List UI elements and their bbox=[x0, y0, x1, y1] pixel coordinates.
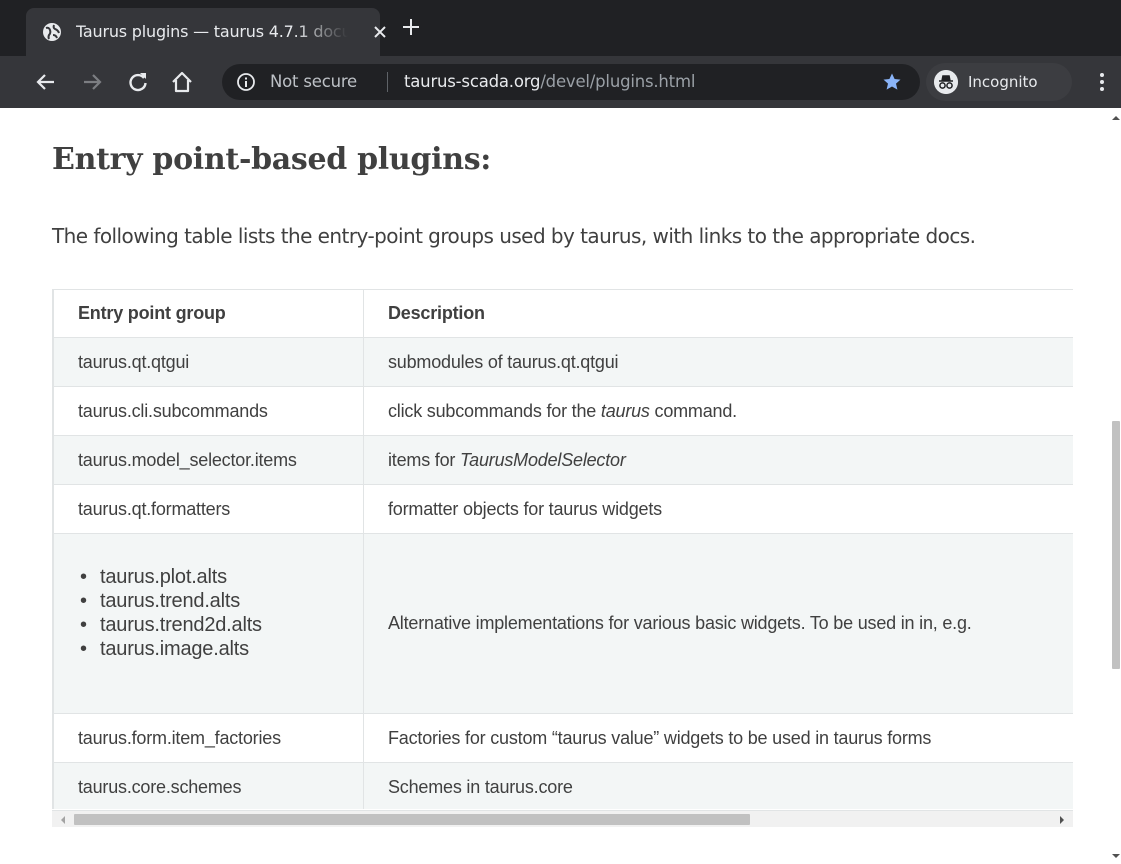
browser-tab[interactable]: Taurus plugins — taurus 4.7.1 documentat… bbox=[26, 8, 386, 56]
star-icon[interactable] bbox=[882, 72, 902, 92]
list-item: taurus.trend2d.alts bbox=[78, 613, 339, 637]
table-row: taurus.plot.alts taurus.trend.alts tauru… bbox=[53, 533, 1073, 714]
alts-list: taurus.plot.alts taurus.trend.alts tauru… bbox=[78, 565, 339, 661]
entry-point-description: Factories for custom “taurus value” widg… bbox=[363, 713, 1073, 763]
entry-point-group: taurus.model_selector.items bbox=[53, 435, 364, 485]
horizontal-scrollbar[interactable] bbox=[52, 810, 1073, 827]
entry-point-description: click subcommands for the taurus command… bbox=[363, 386, 1073, 436]
vertical-scrollbar[interactable] bbox=[1109, 108, 1121, 864]
address-bar[interactable]: Not secure taurus-scada.org/devel/plugin… bbox=[222, 64, 920, 100]
plugins-table-container: Entry point group Description taurus.qt.… bbox=[52, 289, 1073, 809]
description-text: Factories for custom “taurus value” widg… bbox=[388, 727, 932, 748]
entry-points-table: Entry point group Description taurus.qt.… bbox=[53, 289, 1073, 809]
entry-point-group: taurus.qt.formatters bbox=[53, 484, 364, 534]
scroll-up-icon[interactable] bbox=[1112, 114, 1120, 122]
description-text: formatter objects for taurus widgets bbox=[388, 498, 662, 519]
url-path: /devel/plugins.html bbox=[540, 72, 696, 91]
security-label[interactable]: Not secure bbox=[270, 64, 357, 100]
entry-point-description: submodules of taurus.qt.qtgui bbox=[363, 337, 1073, 387]
list-item: taurus.image.alts bbox=[78, 637, 339, 661]
description-text: command. bbox=[649, 400, 738, 421]
back-arrow-icon[interactable] bbox=[34, 70, 58, 94]
entry-point-group: taurus.form.item_factories bbox=[53, 713, 364, 763]
list-item: taurus.plot.alts bbox=[78, 565, 339, 589]
column-header-group: Entry point group bbox=[53, 289, 364, 338]
entry-point-group: taurus.cli.subcommands bbox=[53, 386, 364, 436]
entry-point-group: taurus.core.schemes bbox=[53, 762, 364, 809]
home-icon[interactable] bbox=[170, 70, 194, 94]
more-vert-icon[interactable] bbox=[1090, 70, 1114, 94]
description-emphasis: TaurusModelSelector bbox=[460, 449, 626, 470]
incognito-label: Incognito bbox=[968, 73, 1038, 91]
close-icon[interactable] bbox=[370, 22, 390, 42]
description-text: click subcommands for the bbox=[388, 400, 601, 421]
url-host: taurus-scada.org bbox=[404, 72, 541, 91]
globe-icon bbox=[43, 23, 61, 41]
info-icon[interactable] bbox=[236, 72, 256, 92]
section-heading: Entry point-based plugins: bbox=[52, 142, 492, 177]
page-viewport: Entry point-based plugins: The following… bbox=[0, 108, 1121, 864]
entry-point-group-list: taurus.plot.alts taurus.trend.alts tauru… bbox=[53, 533, 364, 714]
tab-title: Taurus plugins — taurus 4.7.1 documentat… bbox=[76, 22, 348, 41]
description-text: items for bbox=[388, 449, 461, 470]
table-row: taurus.cli.subcommands click subcommands… bbox=[53, 386, 1073, 436]
scroll-down-icon[interactable] bbox=[1112, 852, 1120, 860]
entry-point-group: taurus.qt.qtgui bbox=[53, 337, 364, 387]
vertical-scroll-thumb[interactable] bbox=[1112, 421, 1120, 669]
horizontal-scroll-thumb[interactable] bbox=[74, 814, 750, 825]
entry-point-description: Alternative implementations for various … bbox=[363, 533, 1073, 714]
browser-toolbar: Not secure taurus-scada.org/devel/plugin… bbox=[0, 56, 1121, 108]
forward-arrow-icon[interactable] bbox=[80, 70, 104, 94]
description-emphasis: taurus bbox=[600, 400, 650, 421]
plus-icon[interactable] bbox=[400, 16, 422, 38]
incognito-icon bbox=[934, 70, 958, 94]
description-text: Alternative implementations for various … bbox=[388, 613, 972, 633]
entry-point-description: Schemes in taurus.core bbox=[363, 762, 1073, 809]
scroll-right-icon[interactable] bbox=[1057, 815, 1067, 825]
entry-point-description: formatter objects for taurus widgets bbox=[363, 484, 1073, 534]
reload-icon[interactable] bbox=[126, 70, 150, 94]
table-row: taurus.form.item_factories Factories for… bbox=[53, 713, 1073, 763]
intro-paragraph: The following table lists the entry-poin… bbox=[52, 224, 976, 248]
table-row: taurus.qt.qtgui submodules of taurus.qt.… bbox=[53, 337, 1073, 387]
scroll-left-icon[interactable] bbox=[58, 815, 68, 825]
table-row: taurus.core.schemes Schemes in taurus.co… bbox=[53, 762, 1073, 809]
incognito-profile-button[interactable]: Incognito bbox=[926, 63, 1072, 101]
tab-strip: Taurus plugins — taurus 4.7.1 documentat… bbox=[0, 0, 1121, 56]
description-text: Schemes in taurus.core bbox=[388, 776, 573, 797]
entry-point-description: items for TaurusModelSelector bbox=[363, 435, 1073, 485]
description-text: submodules of taurus.qt.qtgui bbox=[388, 351, 619, 372]
url-text[interactable]: taurus-scada.org/devel/plugins.html bbox=[404, 64, 695, 100]
column-header-description: Description bbox=[363, 289, 1073, 338]
table-row: taurus.model_selector.items items for Ta… bbox=[53, 435, 1073, 485]
table-row: taurus.qt.formatters formatter objects f… bbox=[53, 484, 1073, 534]
omnibox-divider bbox=[387, 72, 388, 92]
table-header-row: Entry point group Description bbox=[53, 289, 1073, 338]
list-item: taurus.trend.alts bbox=[78, 589, 339, 613]
